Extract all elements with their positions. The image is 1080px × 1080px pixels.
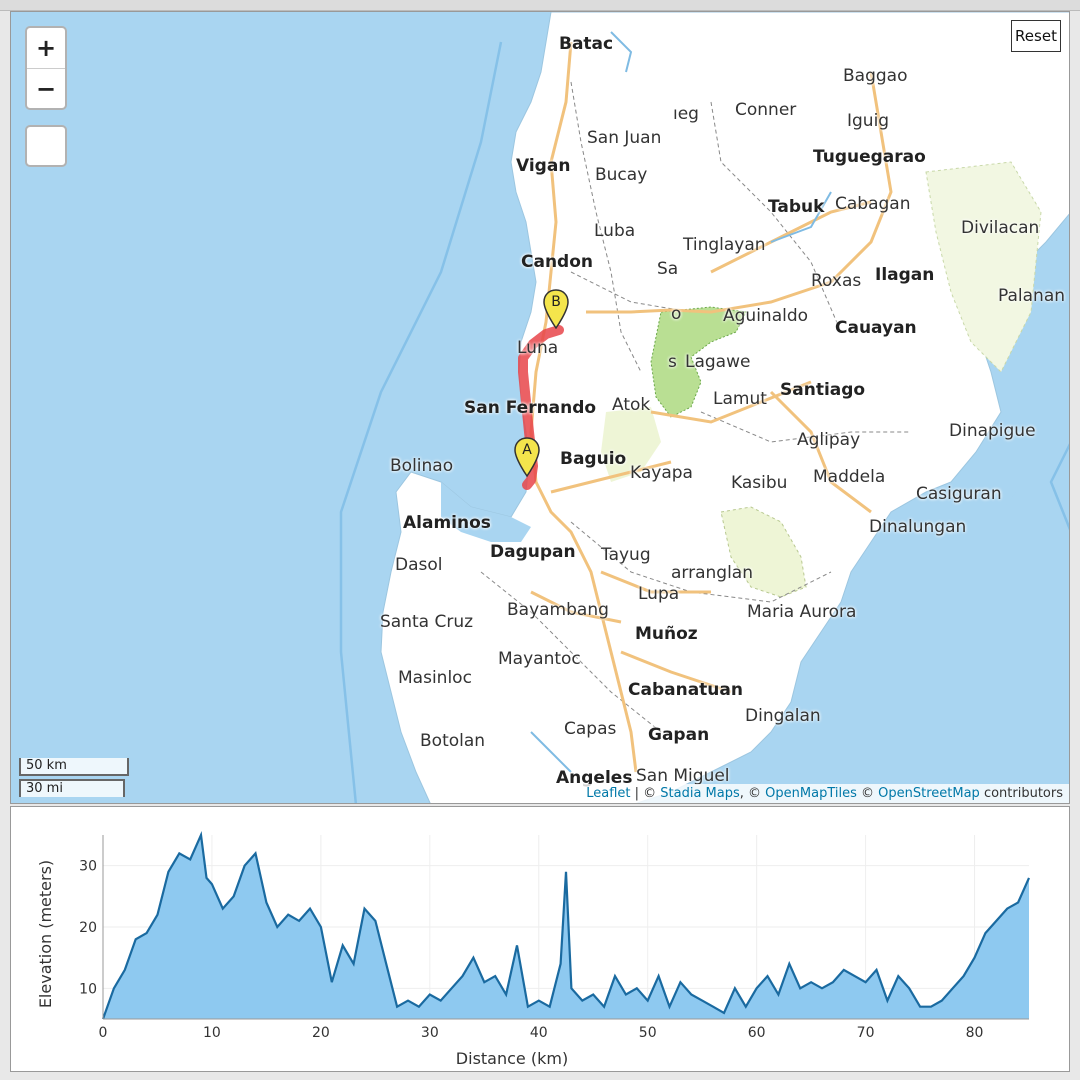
layers-button[interactable] — [25, 125, 67, 167]
attrib-sep-2: , © — [739, 786, 766, 801]
zoom-out-button[interactable]: − — [27, 68, 65, 109]
place-label: Atok — [612, 395, 651, 415]
zoom-control: + − — [25, 26, 67, 110]
x-tick-label: 70 — [857, 1025, 875, 1041]
place-label: San Fernando — [464, 398, 597, 418]
place-label: Kayapa — [630, 463, 693, 483]
y-tick-label: 10 — [79, 981, 97, 997]
marker-end-label: B — [551, 294, 561, 310]
place-label: San Juan — [587, 128, 662, 148]
place-label: Dingalan — [745, 706, 821, 726]
stadia-link[interactable]: Stadia Maps — [660, 786, 740, 801]
elevation-chart-panel: 0 10 20 30 40 50 60 70 80 10 20 30 Distance (km) E… — [10, 806, 1070, 1072]
place-label: Vigan — [516, 156, 571, 176]
scale-bar-km: 50 km — [19, 758, 129, 776]
place-label: Luna — [517, 338, 559, 358]
x-tick-label: 10 — [203, 1025, 221, 1041]
place-label: o — [671, 304, 682, 324]
place-label: Luba — [594, 221, 636, 241]
x-tick-label: 50 — [639, 1025, 657, 1041]
place-label: Iguig — [847, 111, 890, 131]
place-label: Santa Cruz — [380, 612, 474, 632]
place-label: Cabanatuan — [628, 680, 743, 700]
y-tick-label: 30 — [79, 859, 97, 875]
place-label: Sa — [657, 259, 679, 279]
place-label: Maddela — [813, 467, 886, 487]
y-axis-label: Elevation (meters) — [36, 860, 55, 1008]
place-label: Santiago — [780, 380, 866, 400]
route-start-marker[interactable]: A — [514, 437, 540, 477]
place-label: Bayambang — [507, 600, 609, 620]
place-label: Casiguran — [916, 484, 1002, 504]
place-label: Bucay — [595, 165, 648, 185]
place-label: Cauayan — [835, 318, 917, 338]
route-end-marker[interactable]: B — [543, 289, 569, 329]
place-label: Aguinaldo — [723, 306, 809, 326]
leaflet-link[interactable]: Leaflet — [586, 786, 630, 801]
elevation-chart[interactable]: 0 10 20 30 40 50 60 70 80 10 20 30 Distance (km) E… — [11, 807, 1069, 1071]
x-tick-label: 30 — [421, 1025, 439, 1041]
map-attribution: Leaflet | © Stadia Maps, © OpenMapTiles … — [580, 784, 1069, 803]
place-label: Candon — [521, 252, 594, 272]
x-tick-label: 40 — [530, 1025, 548, 1041]
attrib-tail: contributors — [979, 786, 1063, 801]
place-label: Aglipay — [797, 430, 861, 450]
place-label: Maria Aurora — [747, 602, 857, 622]
x-axis-label: Distance (km) — [456, 1049, 568, 1068]
place-label: arranglan — [671, 563, 753, 583]
place-label: Divilacan — [961, 218, 1040, 238]
openmaptiles-link[interactable]: OpenMapTiles — [765, 786, 857, 801]
place-label: Roxas — [811, 271, 862, 291]
place-label: Ilagan — [875, 265, 935, 285]
place-label: Tinglayan — [683, 235, 766, 255]
x-tick-label: 0 — [99, 1025, 108, 1041]
place-label: Botolan — [420, 731, 486, 751]
map-view[interactable]: Batac Baggao Conner ıeg Iguig San Juan Tuguega… — [10, 11, 1070, 804]
place-label: Capas — [564, 719, 617, 739]
place-label: Kasibu — [731, 473, 788, 493]
place-label: s — [668, 352, 677, 372]
reset-button[interactable]: Reset — [1011, 20, 1061, 52]
map-pin-icon: A — [514, 437, 540, 477]
place-label: Mayantoc — [498, 649, 581, 669]
place-label: Palanan — [998, 286, 1066, 306]
place-label: Masinloc — [398, 668, 472, 688]
openstreetmap-link[interactable]: OpenStreetMap — [878, 786, 980, 801]
place-label: San Miguel — [636, 766, 730, 786]
attrib-sep-3: © — [856, 786, 879, 801]
zoom-in-button[interactable]: + — [27, 28, 65, 68]
x-tick-label: 60 — [748, 1025, 766, 1041]
map-pin-icon: B — [543, 289, 569, 329]
place-label: Batac — [559, 34, 614, 54]
y-tick-labels: 10 20 30 — [79, 859, 97, 998]
place-label: Bolinao — [390, 456, 454, 476]
top-strip — [0, 0, 1080, 11]
place-label: Tabuk — [768, 197, 825, 217]
place-label: Dinalungan — [869, 517, 967, 537]
place-label: Alaminos — [403, 513, 491, 533]
attrib-sep-1: | © — [630, 786, 661, 801]
place-label: Gapan — [648, 725, 710, 745]
place-label: Muñoz — [635, 624, 698, 644]
marker-start-label: A — [522, 442, 532, 458]
place-label: Lamut — [713, 389, 767, 409]
y-tick-label: 20 — [79, 920, 97, 936]
place-label: Dasol — [395, 555, 443, 575]
place-label: Tayug — [601, 545, 651, 565]
place-label: Dinapigue — [949, 421, 1036, 441]
x-tick-labels: 0 10 20 30 40 50 60 70 80 — [99, 1025, 984, 1041]
place-label: Dagupan — [490, 542, 576, 562]
x-tick-label: 20 — [312, 1025, 330, 1041]
place-label: Cabagan — [835, 194, 911, 214]
place-label: Baggao — [843, 66, 908, 86]
scale-bar-mi: 30 mi — [19, 779, 125, 797]
x-tick-label: 80 — [966, 1025, 984, 1041]
place-label: Tuguegarao — [813, 147, 926, 167]
place-label: Lupa — [638, 584, 680, 604]
place-label: Baguio — [560, 449, 627, 469]
place-label: Conner — [735, 100, 797, 120]
place-label: Lagawe — [685, 352, 751, 372]
place-label: ıeg — [673, 104, 699, 124]
